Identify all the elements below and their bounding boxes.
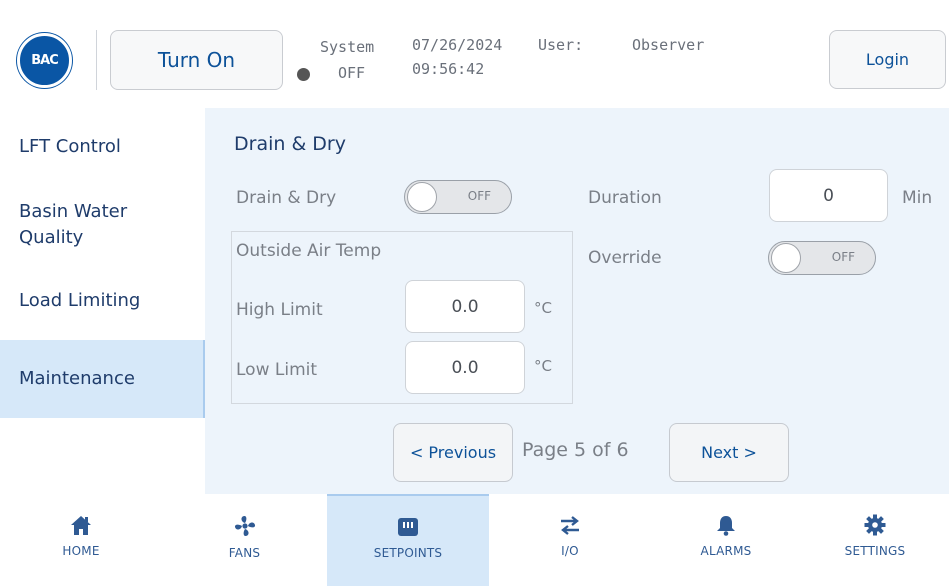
sidebar-item-load-limiting[interactable]: Load Limiting xyxy=(0,288,205,314)
previous-page-button[interactable]: < Previous xyxy=(393,423,513,482)
system-status-value: OFF xyxy=(338,64,366,82)
section-title: Drain & Dry xyxy=(234,133,346,155)
nav-fans[interactable]: FANS xyxy=(162,494,327,586)
override-toggle-state: OFF xyxy=(831,250,855,264)
override-label: Override xyxy=(588,248,662,268)
drain-dry-toggle[interactable]: OFF xyxy=(404,180,512,214)
setpoints-icon xyxy=(398,518,418,536)
sidebar-item-lft-control[interactable]: LFT Control xyxy=(0,134,205,160)
nav-setpoints-label: SETPOINTS xyxy=(373,546,443,560)
outside-air-temp-title: Outside Air Temp xyxy=(236,241,382,261)
sidebar-item-basin-water-quality[interactable]: Basin Water Quality xyxy=(0,199,150,251)
nav-alarms[interactable]: ALARMS xyxy=(651,494,801,586)
main-panel: Drain & Dry Drain & Dry OFF Duration 0 M… xyxy=(205,108,949,494)
user-value: Observer xyxy=(632,36,705,54)
drain-dry-toggle-state: OFF xyxy=(467,189,491,203)
fan-icon xyxy=(234,515,255,537)
nav-setpoints[interactable]: SETPOINTS xyxy=(327,494,489,586)
nav-settings[interactable]: SETTINGS xyxy=(801,494,949,586)
nav-alarms-label: ALARMS xyxy=(700,544,752,558)
system-status-indicator xyxy=(297,68,310,81)
bell-icon xyxy=(717,516,735,536)
page-indicator: Page 5 of 6 xyxy=(522,439,629,461)
low-limit-unit: °C xyxy=(534,357,552,375)
bottom-nav: HOME FANS SETPOINTS I/O ALARMS SETTINGS xyxy=(0,494,949,586)
high-limit-input[interactable]: 0.0 xyxy=(405,280,525,333)
override-toggle[interactable]: OFF xyxy=(768,241,876,275)
toggle-knob xyxy=(771,243,801,273)
header-divider xyxy=(96,30,97,90)
nav-home[interactable]: HOME xyxy=(0,494,162,586)
turn-on-button[interactable]: Turn On xyxy=(110,30,283,90)
next-page-button[interactable]: Next > xyxy=(669,423,789,482)
sidebar-item-maintenance[interactable]: Maintenance xyxy=(0,340,205,418)
bac-logo: BAC xyxy=(17,33,72,88)
header-bar: BAC Turn On System OFF 07/26/2024 09:56:… xyxy=(0,0,949,108)
home-icon xyxy=(71,516,91,535)
toggle-knob xyxy=(407,182,437,212)
low-limit-input[interactable]: 0.0 xyxy=(405,341,525,394)
io-arrows-icon xyxy=(561,516,579,535)
duration-input[interactable]: 0 xyxy=(769,169,888,222)
nav-settings-label: SETTINGS xyxy=(844,544,906,558)
sidebar: LFT Control Basin Water Quality Load Lim… xyxy=(0,108,205,494)
logo-text: BAC xyxy=(31,53,58,68)
login-button[interactable]: Login xyxy=(829,30,946,89)
nav-home-label: HOME xyxy=(62,544,100,558)
nav-io-label: I/O xyxy=(561,544,579,558)
header-time: 09:56:42 xyxy=(412,60,485,78)
header-date: 07/26/2024 xyxy=(412,36,503,54)
user-label: User: xyxy=(538,36,584,54)
low-limit-label: Low Limit xyxy=(236,360,318,380)
high-limit-label: High Limit xyxy=(236,300,323,320)
system-label: System xyxy=(320,38,375,56)
high-limit-unit: °C xyxy=(534,299,552,317)
gear-icon xyxy=(864,514,886,536)
nav-fans-label: FANS xyxy=(228,546,261,560)
duration-unit: Min xyxy=(902,188,933,208)
duration-label: Duration xyxy=(588,188,662,208)
drain-dry-label: Drain & Dry xyxy=(236,188,337,208)
nav-io[interactable]: I/O xyxy=(489,494,651,586)
